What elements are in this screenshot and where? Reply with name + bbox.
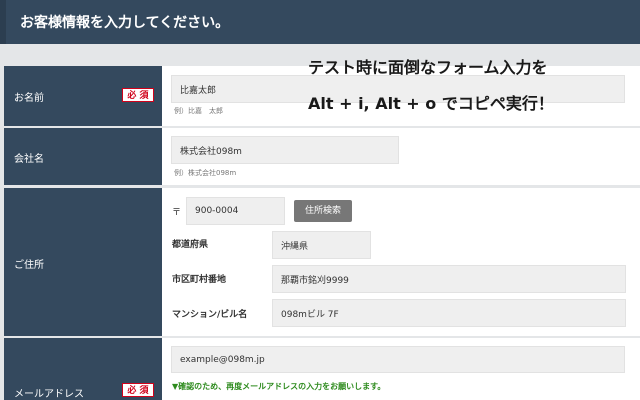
company-label: 会社名 xyxy=(14,154,44,165)
postal-code-input[interactable]: 900-0004 xyxy=(186,197,285,225)
name-label: お名前 xyxy=(14,93,44,104)
postal-mark: 〒 xyxy=(172,208,182,218)
required-badge: 必 須 xyxy=(122,383,154,397)
email-label-cell: メールアドレス 必 須 xyxy=(4,338,162,400)
email-row: メールアドレス 必 須 example@098m.jp ▼確認のため、再度メール… xyxy=(4,338,640,400)
overlay-line-2: Alt + i, Alt + o でコピペ実行！ xyxy=(308,94,554,113)
address-search-button[interactable]: 住所検索 xyxy=(294,200,352,222)
company-example: 例）株式会社098m xyxy=(174,169,237,177)
name-example: 例）比嘉 太郎 xyxy=(174,107,223,115)
company-row: 会社名 株式会社098m 例）株式会社098m xyxy=(4,128,640,185)
building-input[interactable]: 098mビル 7F xyxy=(272,299,626,327)
city-input[interactable]: 那覇市銘刈9999 xyxy=(272,265,626,293)
company-label-cell: 会社名 xyxy=(4,128,162,185)
prefecture-label: 都道府県 xyxy=(172,240,209,250)
city-label: 市区町村番地 xyxy=(172,275,227,285)
email-confirm-note: ▼確認のため、再度メールアドレスの入力をお願いします。 xyxy=(172,382,386,391)
building-label: マンション/ビル名 xyxy=(172,310,248,320)
email-input[interactable]: example@098m.jp xyxy=(171,346,625,373)
address-label: ご住所 xyxy=(14,260,44,271)
overlay-line-1: テスト時に面倒なフォーム入力を xyxy=(308,58,548,77)
address-row: ご住所 〒 900-0004 住所検索 都道府県 沖縄県 市区町村番地 那覇市銘… xyxy=(4,188,640,336)
page-title: お客様情報を入力してください。 xyxy=(20,15,230,31)
required-badge: 必 須 xyxy=(122,88,154,102)
email-label: メールアドレス xyxy=(14,389,84,400)
prefecture-input[interactable]: 沖縄県 xyxy=(272,231,371,259)
name-label-cell: お名前 必 須 xyxy=(4,66,162,126)
page-header: お客様情報を入力してください。 xyxy=(0,0,640,44)
address-label-cell: ご住所 xyxy=(4,188,162,336)
company-input[interactable]: 株式会社098m xyxy=(171,136,399,164)
